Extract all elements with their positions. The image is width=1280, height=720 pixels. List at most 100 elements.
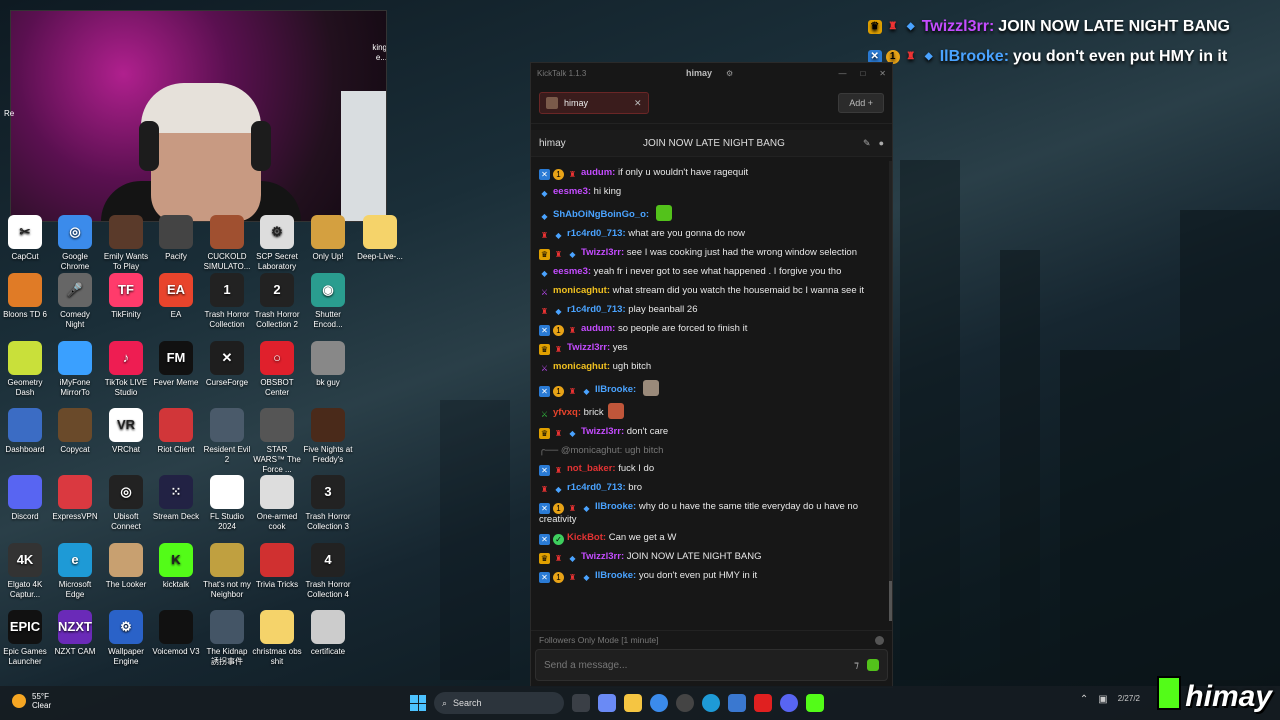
desktop-icon[interactable]: ⁙ Stream Deck [151, 475, 201, 522]
sub-icon[interactable]: 1 [553, 572, 564, 583]
chat-message[interactable]: ✕ 1 ♜ ◆ IlBrooke: you don't even put HMY in … [539, 570, 884, 583]
sub-icon[interactable]: 1 [553, 325, 564, 336]
verified-icon[interactable]: ✓ [553, 534, 564, 545]
gem-icon[interactable]: ◆ [567, 428, 578, 439]
desktop-icon[interactable]: 2 Trash Horror Collection 2 [252, 273, 302, 330]
desktop-icon[interactable]: FM Fever Meme [151, 341, 201, 388]
desktop-icon[interactable]: certificate [303, 610, 353, 657]
chat-message[interactable]: ✕ 1 ♜ ◆ IlBrooke: why do u have the same tit… [539, 501, 884, 526]
gem-icon[interactable]: ◆ [581, 572, 592, 583]
desktop-icon[interactable]: Geometry Dash [0, 341, 50, 398]
emote-picker-icon[interactable] [867, 659, 879, 671]
desktop-icon[interactable]: Emily Wants To Play [101, 215, 151, 272]
desktop-icon[interactable]: ⚙ SCP Secret Laboratory [252, 215, 302, 272]
reply-context[interactable]: ╭── @monicaghut: ugh bitch [539, 445, 884, 457]
chat-username[interactable]: monicaghut: [553, 285, 610, 296]
chat-username[interactable]: KickBot: [567, 532, 606, 543]
gem-icon[interactable]: ◆ [581, 503, 592, 514]
desktop-icon[interactable]: Trivia Tricks [252, 543, 302, 590]
copilot-icon[interactable] [598, 694, 616, 712]
obs-icon[interactable] [676, 694, 694, 712]
chat-message[interactable]: ◆ ShAbOiNgBoinGo_o: [539, 205, 884, 222]
og-icon[interactable]: ⚔ [539, 363, 550, 374]
desktop-icon[interactable]: Resident Evil 2 [202, 408, 252, 465]
chat-message[interactable]: ♛ ♜ Twizzl3rr: yes [539, 342, 884, 355]
mod-icon[interactable]: ⚔ [539, 409, 550, 420]
chat-username[interactable]: audum: [581, 167, 615, 178]
gift-icon[interactable]: ♜ [553, 553, 564, 564]
desktop-icon[interactable]: CUCKOLD SIMULATO... [202, 215, 252, 272]
desktop-icon[interactable]: ExpressVPN [50, 475, 100, 522]
chat-username[interactable]: Twizzl3rr: [581, 247, 624, 258]
chat-message[interactable]: ✕ 1 ♜ ◆ IlBrooke: [539, 380, 884, 397]
user-icon[interactable]: ● [879, 138, 884, 149]
chat-username[interactable]: audum: [581, 323, 615, 334]
chevron-up-icon[interactable]: ⌃ [1080, 694, 1088, 705]
chat-username[interactable]: r1c4rd0_713: [567, 304, 626, 315]
app-tray-icon[interactable]: ▣ [1098, 694, 1107, 705]
vip-icon[interactable]: ✕ [539, 325, 550, 336]
gift-icon[interactable]: ♜ [553, 465, 564, 476]
gem-icon[interactable]: ◆ [553, 230, 564, 241]
sub-icon[interactable]: 1 [553, 169, 564, 180]
desktop-icon[interactable]: ✂ CapCut [0, 215, 50, 262]
chat-message[interactable]: ✕ ✓ KickBot: Can we get a W [539, 532, 884, 545]
desktop-icon[interactable]: iMyFone MirrorTo [50, 341, 100, 398]
desktop-icon[interactable]: EA EA [151, 273, 201, 320]
desktop-icon[interactable]: The Kidnap 誘拐事件 [202, 610, 252, 667]
og-icon[interactable]: ⚔ [539, 287, 550, 298]
emote-icon[interactable] [607, 403, 624, 419]
chat-username[interactable]: monicaghut: [553, 361, 610, 372]
info-icon[interactable] [875, 635, 884, 645]
chat-username[interactable]: IlBrooke: [595, 501, 636, 512]
discord-icon[interactable] [780, 694, 798, 712]
chat-message[interactable]: ✕ 1 ♜ audum: if only u wouldn't have ragequ… [539, 167, 884, 180]
gem-icon[interactable]: ◆ [581, 386, 592, 397]
chat-username[interactable]: eesme3: [553, 266, 591, 277]
gift-icon[interactable]: ♜ [553, 428, 564, 439]
chat-message[interactable]: ♜ ◆ r1c4rd0_713: bro [539, 482, 884, 495]
chat-message[interactable]: ♛ ♜ ◆ Twizzl3rr: JOIN NOW LATE NIGHT BANG [539, 551, 884, 564]
desktop-icon[interactable]: Copycat [50, 408, 100, 455]
chat-username[interactable]: eesme3: [553, 186, 591, 197]
desktop-icon[interactable]: Five Nights at Freddy's [303, 408, 353, 465]
chat-username[interactable]: Twizzl3rr: [567, 342, 610, 353]
kick-icon[interactable] [806, 694, 824, 712]
sub-icon[interactable]: 1 [553, 386, 564, 397]
weather-widget[interactable]: 55°F Clear [12, 692, 51, 710]
store-icon[interactable] [728, 694, 746, 712]
gift-icon[interactable]: ♜ [567, 503, 578, 514]
chat-username[interactable]: r1c4rd0_713: [567, 228, 626, 239]
desktop-icon[interactable]: Pacify [151, 215, 201, 262]
gem-icon[interactable]: ◆ [567, 249, 578, 260]
gift-icon[interactable]: ♜ [539, 484, 550, 495]
chat-message[interactable]: ⚔ yfvxq: brick [539, 403, 884, 420]
chat-message[interactable]: ♜ ◆ r1c4rd0_713: what are you gonna do now [539, 228, 884, 241]
gem-icon[interactable]: ◆ [553, 306, 564, 317]
desktop-icon[interactable]: ♪ TikTok LIVE Studio [101, 341, 151, 398]
desktop-icon[interactable]: Kkicktalk [151, 543, 201, 590]
desktop-icon[interactable]: 4K Elgato 4K Captur... [0, 543, 50, 600]
desktop-icon[interactable]: 🎤 Comedy Night [50, 273, 100, 330]
clock-date[interactable]: 2/27/2 [1118, 694, 1140, 705]
chat-message[interactable]: ♛ ♜ ◆ Twizzl3rr: see I was cooking just had… [539, 247, 884, 260]
chat-scrollbar[interactable] [889, 161, 892, 621]
gear-icon[interactable]: ⚙ [726, 69, 733, 78]
emote-icon[interactable] [642, 380, 659, 396]
gift-icon[interactable]: ♜ [553, 249, 564, 260]
add-channel-button[interactable]: Add + [838, 93, 884, 113]
gem-icon[interactable]: ◆ [567, 553, 578, 564]
chat-username[interactable]: IlBrooke: [595, 570, 636, 581]
task-view-icon[interactable] [572, 694, 590, 712]
file-explorer-icon[interactable] [624, 694, 642, 712]
pin-icon[interactable]: ✎ [863, 138, 871, 149]
minimize-icon[interactable]: — [838, 69, 846, 78]
desktop-icon[interactable]: ○ OBSBOT Center [252, 341, 302, 398]
gem-icon[interactable]: ◆ [553, 484, 564, 495]
vip-icon[interactable]: ✕ [539, 169, 550, 180]
chat-message[interactable]: ◆ eesme3: hi king [539, 186, 884, 199]
vip-icon[interactable]: ✕ [539, 465, 550, 476]
desktop-icon[interactable]: 3 Trash Horror Collection 3 [303, 475, 353, 532]
translate-icon[interactable]: ⁊ [854, 660, 859, 671]
crown-icon[interactable]: ♛ [539, 553, 550, 564]
